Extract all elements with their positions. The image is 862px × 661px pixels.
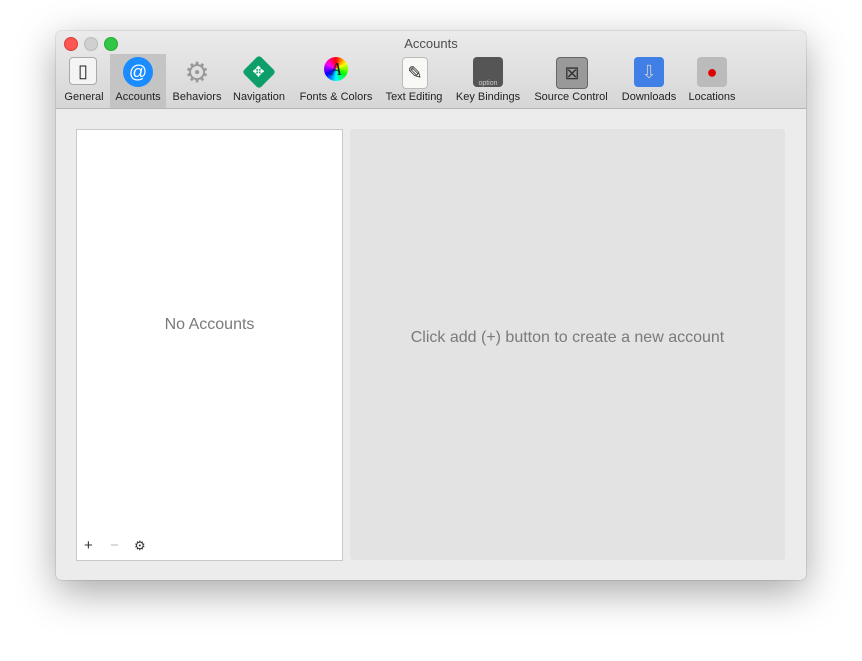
switch-icon: ▯	[69, 57, 97, 85]
preferences-window: Accounts ▯ General @ Accounts ⚙ Behaviors ✥…	[56, 31, 806, 580]
tab-accounts[interactable]: @ Accounts	[110, 54, 166, 108]
tab-text-editing[interactable]: ✎ Text Editing	[382, 54, 446, 108]
at-sign-icon: @	[123, 57, 153, 87]
accounts-list[interactable]: No Accounts + − ⚙	[76, 129, 343, 561]
tab-general[interactable]: ▯ General	[60, 54, 108, 108]
gear-icon: ⚙	[184, 56, 210, 88]
navigation-arrows-icon: ✥	[242, 55, 276, 89]
tab-downloads[interactable]: ⇩ Downloads	[618, 54, 680, 108]
pencil-document-icon: ✎	[402, 57, 428, 89]
add-account-hint: Click add (+) button to create a new acc…	[410, 329, 725, 346]
add-account-button[interactable]: +	[84, 537, 93, 554]
gear-icon[interactable]: ⚙	[134, 538, 146, 554]
option-key-icon: option	[473, 57, 503, 87]
download-icon: ⇩	[634, 57, 664, 87]
tab-key-bindings[interactable]: option Key Bindings	[452, 54, 524, 108]
tab-fonts-colors[interactable]: A Fonts & Colors	[294, 54, 378, 108]
vault-icon: ⊠	[556, 57, 588, 89]
remove-account-button[interactable]: −	[110, 537, 119, 554]
empty-list-text: No Accounts	[164, 316, 255, 333]
joystick-drive-icon: ●	[697, 57, 727, 87]
tab-navigation[interactable]: ✥ Navigation	[228, 54, 290, 108]
font-color-wheel-icon: A	[324, 57, 348, 81]
account-detail-panel: Click add (+) button to create a new acc…	[350, 129, 785, 560]
tab-behaviors[interactable]: ⚙ Behaviors	[168, 54, 226, 108]
window-title: Accounts	[404, 36, 458, 51]
titlebar: Accounts ▯ General @ Accounts ⚙ Behaviors ✥…	[56, 31, 806, 109]
tab-source-control[interactable]: ⊠ Source Control	[530, 54, 612, 108]
tab-locations[interactable]: ● Locations	[684, 54, 740, 108]
